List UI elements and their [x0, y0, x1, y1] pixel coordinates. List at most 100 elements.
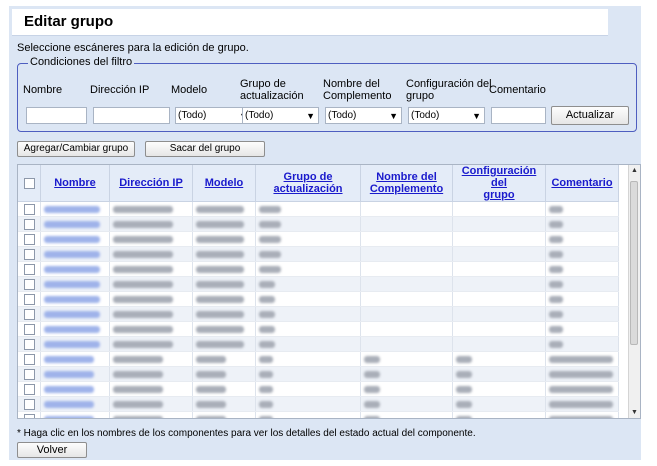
col-config-line1: Configuración del [461, 165, 537, 189]
intro-text: Seleccione escáneres para la edición de … [17, 42, 249, 54]
table-cell [360, 246, 453, 262]
row-checkbox[interactable] [23, 353, 35, 365]
filter-ip-input[interactable] [93, 107, 170, 124]
table-cell [452, 306, 546, 322]
table-row[interactable] [18, 306, 619, 322]
table-cell [109, 231, 193, 247]
redacted-value[interactable] [44, 235, 100, 243]
redacted-value [196, 310, 244, 318]
redacted-value [113, 265, 173, 273]
redacted-value [259, 265, 281, 273]
remove-from-group-button[interactable]: Sacar del grupo [145, 141, 265, 157]
table-row[interactable] [18, 246, 619, 262]
row-checkbox[interactable] [23, 233, 35, 245]
table-cell [109, 351, 193, 367]
row-checkbox[interactable] [23, 413, 35, 418]
row-select-cell [18, 396, 41, 412]
table-cell [40, 411, 110, 418]
redacted-value [549, 355, 613, 363]
row-checkbox[interactable] [23, 293, 35, 305]
edit-group-panel: Editar grupo Seleccione escáneres para l… [9, 6, 641, 460]
col-config[interactable]: Configuración del grupo [452, 165, 546, 202]
table-cell [192, 216, 256, 232]
redacted-value[interactable] [44, 325, 100, 333]
table-row[interactable] [18, 291, 619, 307]
row-checkbox[interactable] [23, 263, 35, 275]
col-ip[interactable]: Dirección IP [109, 165, 193, 202]
redacted-value[interactable] [44, 400, 94, 408]
table-cell [545, 351, 619, 367]
col-complemento[interactable]: Nombre del Complemento [360, 165, 453, 202]
row-select-cell [18, 291, 41, 307]
redacted-value[interactable] [44, 280, 100, 288]
filter-nombre-input[interactable] [26, 107, 87, 124]
table-cell [109, 321, 193, 337]
redacted-value[interactable] [44, 385, 94, 393]
table-cell [360, 366, 453, 382]
scroll-down-icon[interactable]: ▼ [629, 409, 640, 416]
scroll-up-icon[interactable]: ▲ [629, 167, 640, 174]
table-row[interactable] [18, 336, 619, 352]
redacted-value [196, 220, 244, 228]
col-modelo[interactable]: Modelo [192, 165, 256, 202]
col-comentario[interactable]: Comentario [545, 165, 619, 202]
table-row[interactable] [18, 381, 619, 397]
vertical-scrollbar[interactable]: ▲ ▼ [628, 165, 640, 418]
add-change-group-button[interactable]: Agregar/Cambiar grupo [17, 141, 135, 157]
table-row[interactable] [18, 366, 619, 382]
back-button[interactable]: Volver [17, 442, 87, 458]
update-button[interactable]: Actualizar [551, 106, 629, 125]
row-checkbox[interactable] [23, 368, 35, 380]
redacted-value[interactable] [44, 370, 94, 378]
redacted-value[interactable] [44, 415, 94, 418]
redacted-value [196, 400, 226, 408]
filter-complemento-select[interactable]: (Todo) ▼ [325, 107, 402, 124]
redacted-value[interactable] [44, 220, 100, 228]
table-cell [255, 351, 361, 367]
table-cell [109, 291, 193, 307]
filter-grupo-act-select[interactable]: (Todo) ▼ [242, 107, 319, 124]
select-all-checkbox[interactable] [23, 177, 35, 189]
col-nombre[interactable]: Nombre [40, 165, 110, 202]
col-grupo-act[interactable]: Grupo de actualización [255, 165, 361, 202]
filter-config-select[interactable]: (Todo) ▼ [408, 107, 485, 124]
row-checkbox[interactable] [23, 248, 35, 260]
window-edge [643, 0, 657, 466]
redacted-value[interactable] [44, 340, 100, 348]
table-cell [545, 246, 619, 262]
table-row[interactable] [18, 276, 619, 292]
row-checkbox[interactable] [23, 398, 35, 410]
table-row[interactable] [18, 321, 619, 337]
row-checkbox[interactable] [23, 203, 35, 215]
redacted-value[interactable] [44, 295, 100, 303]
table-row[interactable] [18, 261, 619, 277]
table-row[interactable] [18, 351, 619, 367]
row-checkbox[interactable] [23, 383, 35, 395]
row-select-cell [18, 201, 41, 217]
row-checkbox[interactable] [23, 323, 35, 335]
filter-label-modelo: Modelo [171, 84, 208, 96]
row-checkbox[interactable] [23, 308, 35, 320]
table-cell [452, 381, 546, 397]
filter-comentario-input[interactable] [491, 107, 546, 124]
scrollbar-thumb[interactable] [630, 181, 638, 345]
redacted-value [196, 205, 244, 213]
redacted-value[interactable] [44, 310, 100, 318]
table-cell [255, 231, 361, 247]
table-row[interactable] [18, 201, 619, 217]
table-row[interactable] [18, 231, 619, 247]
redacted-value[interactable] [44, 250, 100, 258]
redacted-value[interactable] [44, 355, 94, 363]
redacted-value [196, 370, 226, 378]
table-row[interactable] [18, 396, 619, 412]
filter-modelo-select[interactable]: (Todo) ▼ [175, 107, 252, 124]
redacted-value[interactable] [44, 265, 100, 273]
table-cell [109, 336, 193, 352]
table-row[interactable] [18, 216, 619, 232]
row-checkbox[interactable] [23, 218, 35, 230]
row-checkbox[interactable] [23, 338, 35, 350]
redacted-value[interactable] [44, 205, 100, 213]
table-cell [360, 396, 453, 412]
table-row[interactable] [18, 411, 619, 418]
row-checkbox[interactable] [23, 278, 35, 290]
